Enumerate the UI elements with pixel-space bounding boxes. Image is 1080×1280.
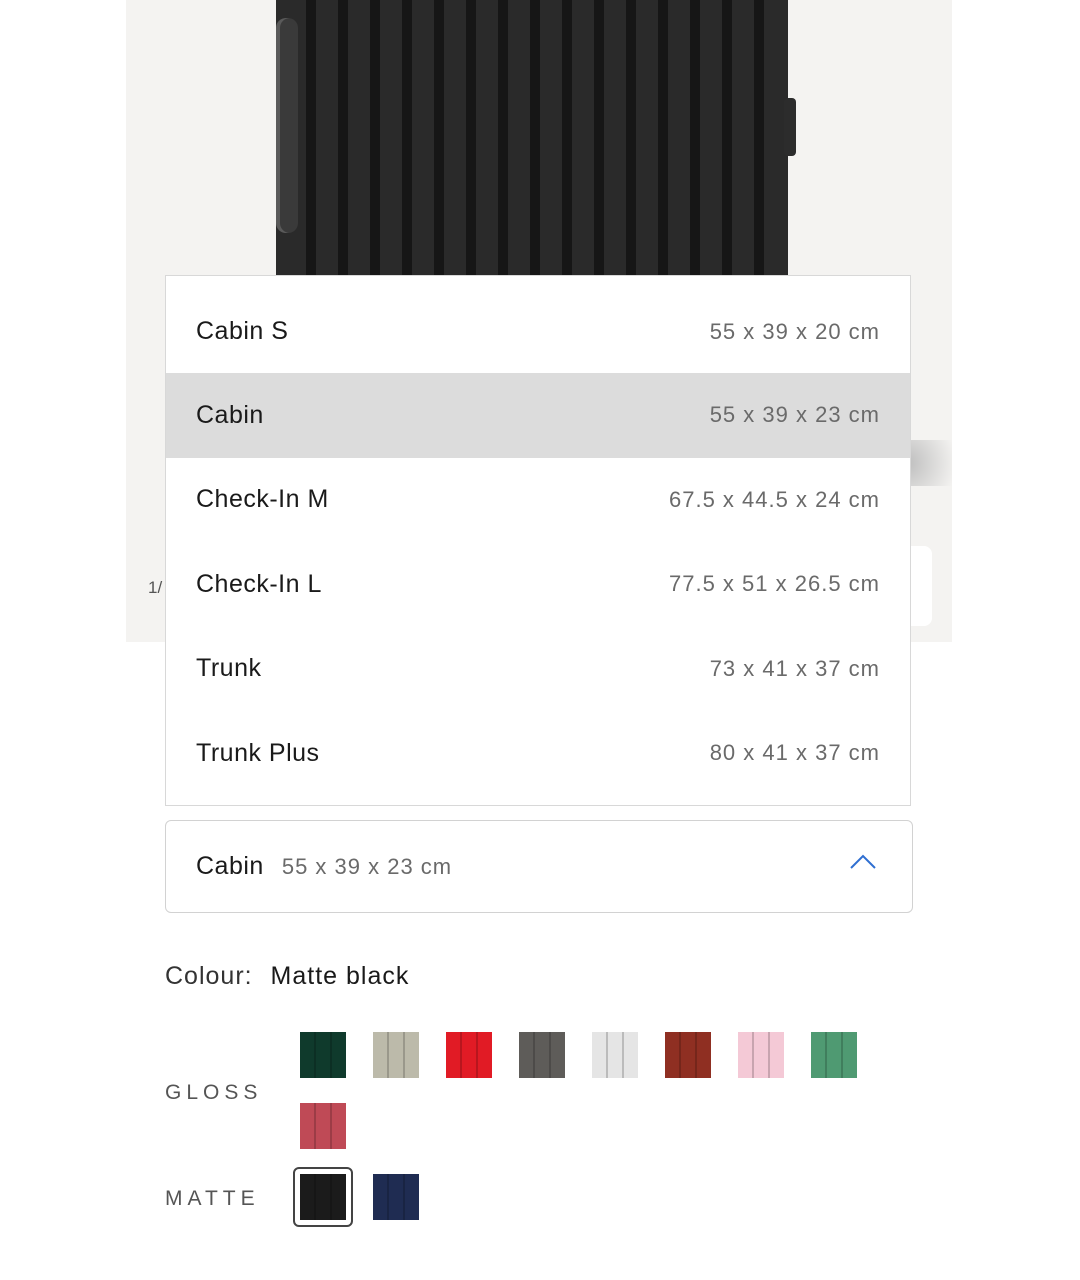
- colour-row: Colour: Matte black: [165, 962, 409, 991]
- size-option-check-in-l[interactable]: Check-In L 77.5 x 51 x 26.5 cm: [166, 542, 910, 627]
- size-option-dims: 73 x 41 x 37 cm: [709, 655, 880, 681]
- swatch-gloss-8[interactable]: [811, 1032, 857, 1078]
- suitcase-image: [276, 0, 788, 275]
- swatch-gloss-2[interactable]: [373, 1032, 419, 1078]
- swatch-gloss-1[interactable]: [300, 1032, 346, 1078]
- swatch-gloss-5[interactable]: [592, 1032, 638, 1078]
- gloss-label: GLOSS: [165, 1081, 263, 1104]
- swatch-matte-1[interactable]: [300, 1174, 346, 1220]
- image-shadow: [906, 440, 952, 486]
- size-select-value: Cabin: [196, 852, 264, 880]
- matte-label: MATTE: [165, 1187, 260, 1210]
- size-option-name: Trunk: [196, 654, 262, 683]
- image-counter: 1/: [148, 578, 163, 597]
- colour-label: Colour:: [165, 962, 253, 990]
- colour-selected-value: Matte black: [270, 962, 410, 990]
- swatch-gloss-7[interactable]: [738, 1032, 784, 1078]
- size-option-dims: 67.5 x 44.5 x 24 cm: [669, 486, 880, 512]
- size-select[interactable]: Cabin 55 x 39 x 23 cm: [165, 820, 913, 913]
- size-option-trunk-plus[interactable]: Trunk Plus 80 x 41 x 37 cm: [166, 711, 910, 796]
- size-option-name: Check-In M: [196, 485, 329, 514]
- size-option-name: Cabin: [196, 400, 264, 429]
- suitcase-latch: [784, 98, 796, 156]
- size-option-dims: 80 x 41 x 37 cm: [709, 740, 880, 766]
- suitcase-handle: [276, 18, 298, 233]
- size-option-dims: 55 x 39 x 20 cm: [709, 318, 880, 344]
- chevron-up-icon[interactable]: [848, 851, 878, 871]
- size-option-cabin[interactable]: Cabin 55 x 39 x 23 cm: [166, 373, 910, 458]
- size-option-check-in-m[interactable]: Check-In M 67.5 x 44.5 x 24 cm: [166, 458, 910, 543]
- size-option-name: Trunk Plus: [196, 738, 320, 767]
- size-option-cabin-s[interactable]: Cabin S 55 x 39 x 20 cm: [166, 276, 910, 373]
- size-select-dims: 55 x 39 x 23 cm: [281, 853, 453, 879]
- swatch-gloss-3[interactable]: [446, 1032, 492, 1078]
- swatch-gloss-9[interactable]: [300, 1103, 346, 1149]
- size-option-name: Cabin S: [196, 317, 289, 345]
- swatch-gloss-6[interactable]: [665, 1032, 711, 1078]
- size-option-dims: 55 x 39 x 23 cm: [709, 402, 880, 428]
- size-dropdown-list[interactable]: Cabin S 55 x 39 x 20 cm Cabin 55 x 39 x …: [165, 275, 911, 806]
- swatch-matte-2[interactable]: [373, 1174, 419, 1220]
- size-option-name: Check-In L: [196, 569, 322, 598]
- swatch-gloss-4[interactable]: [519, 1032, 565, 1078]
- size-option-trunk[interactable]: Trunk 73 x 41 x 37 cm: [166, 627, 910, 712]
- size-option-dims: 77.5 x 51 x 26.5 cm: [669, 571, 880, 597]
